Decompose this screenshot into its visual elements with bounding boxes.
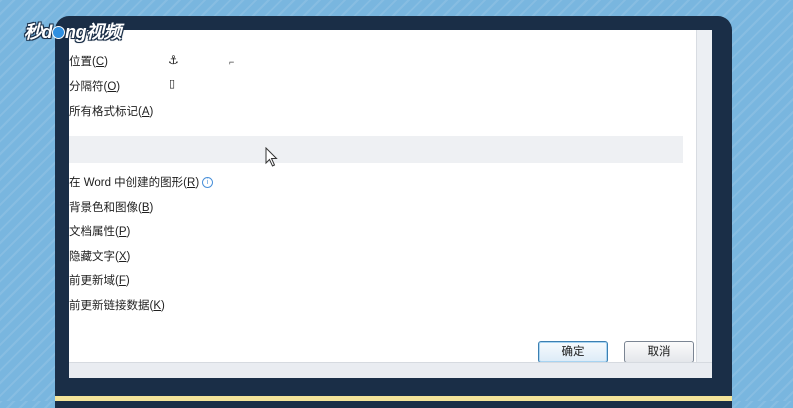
info-icon[interactable]: i [202,177,214,188]
print-background-option[interactable]: 背景色和图像(B) [69,201,153,215]
dialog-right-edge [696,30,712,363]
option-label: 背景色和图像( [69,202,142,214]
option-label-end: ) [161,300,165,312]
mouse-pointer-icon [265,147,278,167]
option-label: 隐藏文字( [69,251,119,263]
option-label-end: ) [104,56,108,68]
option-label: 前更新链接数据( [69,300,154,312]
anchor-icon: ⚓ [168,53,179,67]
watermark-text: ng视频 [65,22,122,42]
option-label-end: ) [149,106,154,118]
show-breaks-option[interactable]: 分隔符(O) [69,80,120,94]
print-hidden-text-option[interactable]: 隐藏文字(X) [69,250,130,264]
dialog-bottom-edge [69,362,712,378]
corner-mark: ⌐ [229,57,235,67]
option-label: 前更新域( [69,275,119,287]
option-hotkey: K [153,300,162,312]
option-hotkey: P [118,226,127,238]
update-links-option[interactable]: 前更新链接数据(K) [69,299,165,313]
option-label: 分隔符( [69,81,108,93]
option-label: 文档属性( [69,226,119,238]
option-label: 所有格式标记( [69,106,142,118]
print-drawings-option[interactable]: 在 Word 中创建的图形(R) i [69,176,214,190]
watermark-logo: 秒d ng视频 [24,18,122,44]
watermark-text: 秒d [24,22,53,42]
option-hotkey: O [107,81,117,93]
option-hotkey: X [118,251,127,263]
cancel-button[interactable]: 取消 [624,341,694,363]
word-options-dialog: ⌐ 位置(C) ⚓ 分隔符(O) ▯ 所有格式标记(A) 在 Word 中创建的… [69,30,712,378]
bottom-strip [55,396,732,401]
options-panel: ⌐ 位置(C) ⚓ 分隔符(O) ▯ 所有格式标记(A) 在 Word 中创建的… [69,30,697,363]
option-label: 位置( [69,56,96,68]
option-hotkey: B [141,202,150,214]
option-label: 在 Word 中创建的图形( [69,177,187,189]
option-label-end: ) [126,251,131,263]
option-hotkey: C [95,56,105,68]
option-label-end: ) [125,275,130,287]
print-section-header [69,136,683,163]
option-hotkey: F [118,275,126,287]
ok-button[interactable]: 确定 [538,341,608,363]
show-anchors-option[interactable]: 位置(C) [69,55,108,69]
option-label-end: ) [149,202,154,214]
option-label-end: ) [126,226,131,238]
page-break-icon: ▯ [169,78,176,90]
update-fields-option[interactable]: 前更新域(F) [69,274,130,288]
play-icon [52,26,65,39]
option-hotkey: A [141,106,150,118]
print-properties-option[interactable]: 文档属性(P) [69,225,130,239]
show-all-marks-option[interactable]: 所有格式标记(A) [69,105,153,119]
option-label-end: ) [195,177,200,189]
option-label-end: ) [116,81,121,93]
